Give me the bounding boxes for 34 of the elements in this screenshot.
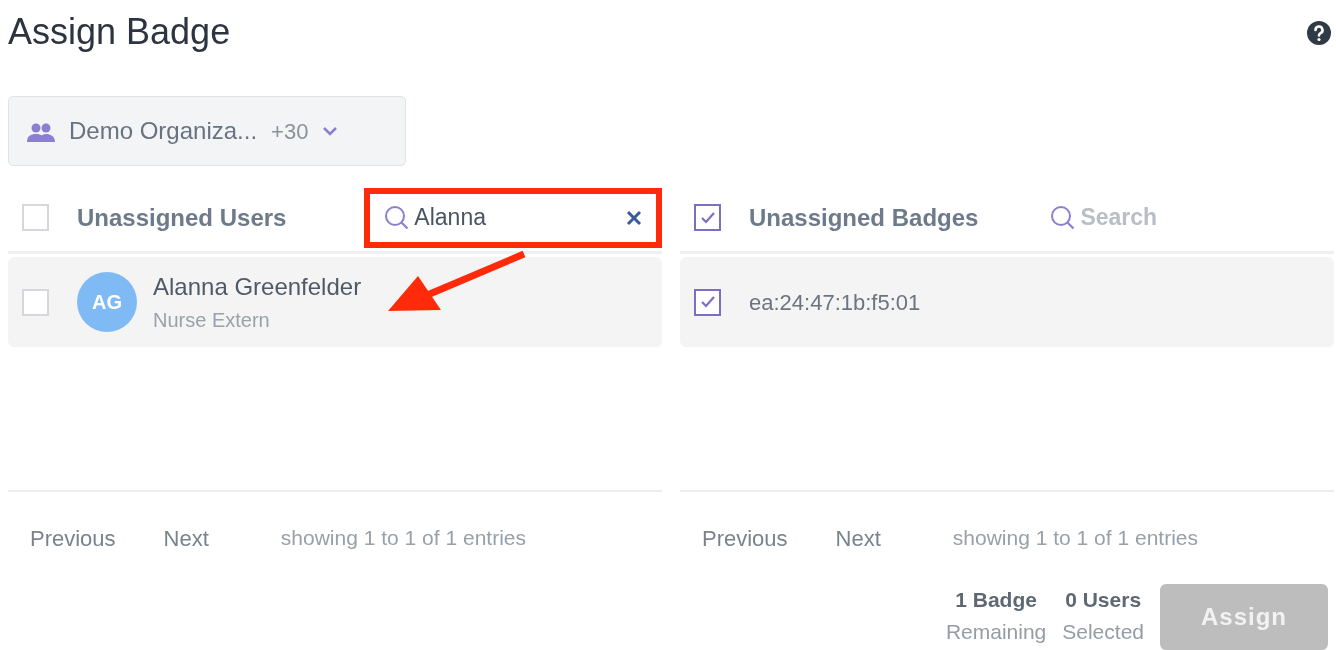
summary-label: Selected: [1062, 619, 1144, 645]
avatar: AG: [77, 272, 137, 332]
search-icon: [1050, 204, 1077, 231]
page-title: Assign Badge: [8, 10, 231, 54]
summary-value: 1 Badge: [954, 587, 1038, 613]
help-icon[interactable]: [1306, 20, 1332, 46]
list-row[interactable]: ea:24:47:1b:f5:01: [680, 257, 1334, 347]
panel-title: Unassigned Users: [77, 202, 288, 233]
search-icon: [384, 204, 411, 231]
list-row[interactable]: AG Alanna Greenfelder Nurse Extern: [8, 257, 662, 347]
previous-link[interactable]: Previous: [30, 521, 116, 555]
panel-title: Unassigned Badges: [749, 202, 980, 233]
checkmark-icon: [699, 295, 716, 309]
entries-info: showing 1 to 1 of 1 entries: [952, 525, 1198, 552]
previous-link[interactable]: Previous: [702, 521, 788, 555]
organization-name: Demo Organiza...: [69, 116, 258, 146]
search-input[interactable]: Alanna: [414, 200, 595, 235]
summary-value: 0 Users: [1064, 587, 1143, 613]
organization-count: +30: [271, 117, 309, 146]
user-name: Alanna Greenfelder: [153, 272, 362, 302]
clear-icon[interactable]: [626, 209, 642, 226]
search-field[interactable]: Alanna: [364, 187, 662, 248]
checkmark-icon: [699, 210, 716, 225]
next-link[interactable]: Next: [835, 521, 881, 555]
user-role: Nurse Extern: [153, 308, 271, 333]
next-link[interactable]: Next: [163, 521, 209, 555]
badge-id: ea:24:47:1b:f5:01: [749, 288, 921, 317]
chevron-down-icon: [322, 126, 339, 136]
entries-info: showing 1 to 1 of 1 entries: [280, 525, 526, 552]
organization-dropdown[interactable]: Demo Organiza... +30: [8, 96, 406, 166]
summary-label: Remaining: [945, 619, 1047, 645]
checkbox[interactable]: [694, 288, 721, 316]
checkbox[interactable]: [694, 204, 721, 231]
search-field[interactable]: Search: [1080, 200, 1261, 235]
